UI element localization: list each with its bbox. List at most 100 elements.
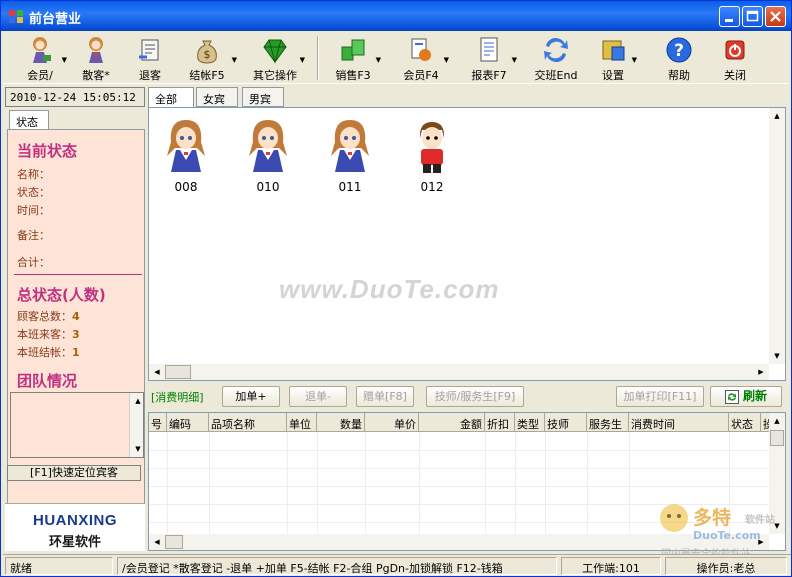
room-card[interactable]: 012	[407, 116, 457, 196]
scroll-thumb[interactable]	[770, 430, 784, 446]
column-header[interactable]: 折扣	[485, 413, 515, 432]
overall-status-title: 总状态(人数)	[17, 286, 106, 304]
shift-checkouts-label: 本班结帐：	[17, 346, 72, 359]
dropdown-arrow-icon: ▼	[299, 56, 305, 64]
tab-status[interactable]: 状态	[9, 110, 49, 130]
column-header[interactable]: 服务生	[587, 413, 629, 432]
scroll-down-icon[interactable]: ▼	[769, 348, 785, 364]
scroll-thumb[interactable]	[165, 535, 183, 549]
scroll-left-icon[interactable]: ◀	[149, 364, 165, 380]
total-guests-value: 4	[72, 310, 80, 323]
status-bar: 就绪 /会员登记 *散客登记 -退单 +加单 F5-结帐 F2-合组 PgDn-…	[3, 554, 791, 576]
female-guest-icon	[167, 120, 205, 172]
scroll-left-icon[interactable]: ◀	[149, 534, 165, 550]
maximize-button[interactable]	[742, 6, 763, 27]
quick-locate-button[interactable]: [F1]快速定位宾客	[7, 465, 141, 481]
shift-change-icon	[544, 37, 568, 63]
column-header[interactable]: 状态	[729, 413, 761, 432]
column-header[interactable]: 单价	[365, 413, 419, 432]
status-terminal: 工作端:101	[561, 557, 661, 575]
toolbar-label: 交班End	[534, 69, 578, 82]
close-window-button[interactable]	[765, 6, 786, 27]
grid-line	[629, 432, 630, 534]
logo-text-cn: 环星软件	[48, 535, 101, 550]
title-bar[interactable]: 前台营业	[1, 1, 791, 31]
column-header[interactable]: 金额	[419, 413, 485, 432]
toolbar-separator	[317, 36, 319, 80]
toolbar-label: 关闭	[724, 69, 746, 82]
toolbar-report-button[interactable]: 报表F7 ▼	[465, 34, 517, 82]
toolbar-help-button[interactable]: ? 帮助	[659, 34, 699, 82]
status-hints: /会员登记 *散客登记 -退单 +加单 F5-结帐 F2-合组 PgDn-加锁解…	[117, 557, 557, 575]
dropdown-arrow-icon: ▼	[511, 56, 517, 64]
toolbar-member-button[interactable]: 会员/ ▼	[17, 34, 67, 82]
shift-checkouts-row: 本班结帐：1	[17, 344, 80, 360]
toolbar-sales-button[interactable]: 销售F3 ▼	[329, 34, 381, 82]
column-header[interactable]: 类型	[515, 413, 545, 432]
tab-male[interactable]: 男宾	[242, 87, 284, 107]
column-header[interactable]: 号	[149, 413, 167, 432]
toolbar-checkout-guest-button[interactable]: 退客	[127, 34, 173, 82]
column-header[interactable]: 数量	[317, 413, 365, 432]
report-icon	[480, 37, 498, 62]
refresh-button[interactable]: 刷新	[710, 386, 782, 407]
column-header[interactable]: 编码	[167, 413, 209, 432]
sales-cubes-icon	[341, 39, 365, 61]
toolbar-guest-button[interactable]: 散客*	[73, 34, 119, 82]
scroll-up-icon[interactable]: ▲	[769, 108, 785, 124]
shift-arrivals-value: 3	[72, 328, 80, 341]
toolbar-close-button[interactable]: 关闭	[715, 34, 755, 82]
scroll-right-icon[interactable]: ▶	[753, 364, 769, 380]
tab-all[interactable]: 全部	[148, 87, 194, 109]
corner-watermark: 多特 软件站 DuoTe.com 国内最安全的软件站	[657, 501, 787, 560]
toolbar-label: 设置	[602, 69, 624, 82]
bill-details-label: [消费明细]	[151, 391, 204, 404]
refund-order-button[interactable]: 退单-	[289, 386, 347, 407]
column-header[interactable]: 消费时间	[629, 413, 729, 432]
room-number: 008	[174, 180, 198, 194]
toolbar-settle-button[interactable]: $ 结帐F5 ▼	[181, 34, 237, 82]
refresh-label: 刷新	[742, 389, 767, 403]
status-ready: 就绪	[5, 557, 113, 575]
svg-text:$: $	[204, 48, 211, 61]
toolbar-label: 帮助	[668, 69, 690, 82]
column-header[interactable]: 单位	[287, 413, 317, 432]
room-card[interactable]: 010	[243, 116, 293, 196]
member-card-icon	[411, 38, 431, 61]
team-scrollbar[interactable]: ▲ ▼	[129, 393, 143, 457]
room-card[interactable]: 011	[325, 116, 375, 196]
toolbar-settings-button[interactable]: 设置 ▼	[593, 34, 637, 82]
room-number: 011	[338, 180, 362, 194]
toolbar-label: 会员/	[27, 69, 53, 82]
assign-staff-button[interactable]: 技师/服务生[F9]	[426, 386, 524, 407]
toolbar-other-ops-button[interactable]: 其它操作 ▼	[249, 34, 305, 82]
total-guests-row: 顾客总数：4	[17, 308, 80, 324]
room-vertical-scrollbar[interactable]: ▲ ▼	[769, 108, 785, 364]
scroll-up-icon[interactable]: ▲	[130, 393, 146, 409]
toolbar-member-f4-button[interactable]: 会员F4 ▼	[397, 34, 449, 82]
column-header[interactable]: 技师	[545, 413, 587, 432]
print-order-button[interactable]: 加单打印[F11]	[616, 386, 704, 407]
minimize-button[interactable]	[719, 6, 740, 27]
datetime-display: 2010-12-24 15:05:12	[5, 87, 145, 107]
gift-order-button[interactable]: 赠单[F8]	[356, 386, 414, 407]
column-header[interactable]: 品项名称	[209, 413, 287, 432]
team-list-box[interactable]: ▲ ▼	[10, 392, 144, 458]
duote-mascot-icon	[660, 504, 688, 532]
toolbar-label: 结帐F5	[189, 69, 225, 82]
logo-text-en: HUANXING	[32, 512, 117, 529]
tab-female[interactable]: 女宾	[196, 87, 238, 107]
watermark-url: DuoTe.com	[693, 529, 761, 542]
grid-line	[149, 468, 769, 469]
room-horizontal-scrollbar[interactable]: ◀ ▶	[149, 364, 769, 380]
scroll-thumb[interactable]	[165, 365, 191, 379]
scroll-down-icon[interactable]: ▼	[130, 441, 146, 457]
scroll-up-icon[interactable]: ▲	[769, 413, 785, 429]
toolbar-shift-change-button[interactable]: 交班End	[531, 34, 581, 82]
name-label: 名称：	[17, 168, 50, 181]
add-order-button[interactable]: 加单+	[222, 386, 280, 407]
maximize-icon	[746, 10, 759, 22]
room-card[interactable]: 008	[161, 116, 211, 196]
checkout-guest-icon	[139, 39, 159, 61]
dropdown-arrow-icon: ▼	[61, 56, 67, 64]
